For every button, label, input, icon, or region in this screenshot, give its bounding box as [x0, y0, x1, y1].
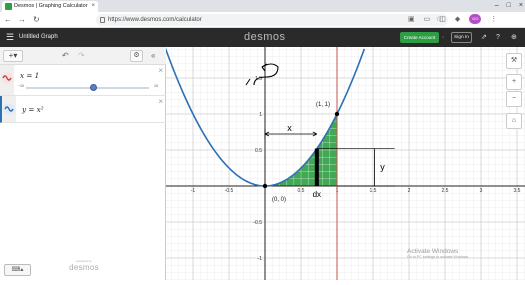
forward-icon[interactable]: →: [18, 14, 26, 26]
graph-title[interactable]: Untitled Graph: [19, 28, 58, 47]
x-tick-label: 2: [408, 188, 411, 194]
expression-toolbar: +▾ ↶ ↷ ⚙ «: [0, 47, 166, 65]
share-icon[interactable]: ⇗: [481, 32, 487, 43]
expression-list: x = 1 × −10 10 y = x² ×: [0, 65, 166, 280]
help-icon[interactable]: ?: [496, 32, 500, 43]
minimize-icon[interactable]: –: [495, 0, 499, 12]
lock-icon: [100, 17, 105, 23]
minor-grid: [166, 47, 525, 280]
y-tick-label: 1: [259, 112, 262, 118]
rotate-tick-ink: [245, 78, 251, 86]
tick-labels: -1-0.50.511.522.533.51.510.5-0.5-1: [191, 76, 521, 262]
graph-point: [262, 183, 268, 189]
powered-by-desmos: powered by desmos: [66, 259, 102, 272]
add-item-button[interactable]: +▾: [3, 50, 23, 62]
watermark-subtitle: Go to PC settings to activate Windows.: [407, 255, 470, 259]
x-tick-label: 3: [480, 188, 483, 194]
wave-color-icon[interactable]: [1, 72, 13, 84]
x-tick-label: 3.5: [514, 188, 521, 194]
axes: [166, 47, 525, 280]
browser-extensions: ▣ ▭ ◫ ◆ GO ⋮: [408, 14, 497, 26]
zoom-out-icon[interactable]: −: [506, 91, 522, 107]
address-bar[interactable]: https://www.desmos.com/calculator ☆: [96, 14, 448, 26]
collapse-list-icon[interactable]: «: [151, 50, 155, 62]
browser-toolbar: ← → ↻ https://www.desmos.com/calculator …: [0, 12, 525, 28]
graph-point: [334, 111, 340, 117]
app-header: ☰ Untitled Graph desmos Create Account ·…: [0, 28, 525, 47]
y-annotation-label: y: [380, 162, 385, 172]
create-account-button[interactable]: Create Account: [400, 32, 439, 43]
close-window-icon[interactable]: ×: [519, 0, 523, 12]
slider-max-label: 10: [154, 84, 158, 88]
browser-menu-icon[interactable]: ⋮: [490, 14, 497, 26]
dx-annotation-label: dx: [313, 190, 321, 199]
y-tick-label: -1: [258, 256, 263, 262]
settings-gear-icon[interactable]: ⚙: [130, 50, 143, 62]
dx-strip: [314, 148, 319, 186]
cast-icon[interactable]: ▭: [424, 14, 431, 26]
hamburger-menu-icon[interactable]: ☰: [6, 31, 14, 43]
slider-track[interactable]: [26, 87, 149, 89]
point-label: (1, 1): [316, 102, 330, 108]
tab-title: Desmos | Graphing Calculator: [14, 3, 88, 9]
y-tick-label: 0.5: [255, 148, 262, 154]
maximize-icon[interactable]: □: [507, 0, 511, 12]
watermark-title: Activate Windows: [407, 248, 459, 255]
zoom-in-icon[interactable]: +: [506, 74, 522, 90]
delete-expression-icon[interactable]: ×: [158, 97, 163, 106]
x-tick-label: -0.5: [225, 188, 234, 194]
activate-windows-watermark: Activate Windows Go to PC settings to ac…: [407, 248, 469, 259]
back-icon[interactable]: ←: [4, 14, 12, 26]
expression-math[interactable]: x = 1: [20, 71, 39, 80]
graph-settings-wrench-icon[interactable]: ⚒: [506, 53, 522, 69]
globe-icon[interactable]: ⊕: [511, 32, 517, 43]
more-extensions-icon[interactable]: ◫: [439, 14, 446, 26]
powered-by-brand: desmos: [69, 263, 99, 272]
expression-row-1[interactable]: x = 1 × −10 10: [0, 65, 166, 96]
major-grid: [166, 47, 525, 280]
redo-icon[interactable]: ↷: [78, 50, 85, 62]
x-tick-label: 2.5: [442, 188, 449, 194]
x-tick-label: 1.5: [370, 188, 377, 194]
profile-avatar[interactable]: GO: [469, 14, 482, 24]
slider-min-label: −10: [18, 84, 24, 88]
graph-canvas[interactable]: -1-0.50.511.522.533.51.510.5-0.5-1 xdxy …: [163, 44, 525, 280]
keyboard-icon[interactable]: ⌨▴: [4, 264, 31, 276]
wave-color-icon[interactable]: [3, 103, 15, 115]
extension-icon[interactable]: ▣: [408, 14, 415, 26]
point-label: (0, 0): [272, 197, 286, 203]
browser-tab[interactable]: Desmos | Graphing Calculator ×: [2, 1, 98, 12]
sign-in-button[interactable]: Sign In: [451, 32, 472, 43]
shield-icon[interactable]: ◆: [455, 14, 460, 26]
window-controls: – □ ×: [495, 0, 523, 12]
expression-gutter: [2, 96, 16, 122]
or-separator-icon: ·: [442, 34, 445, 41]
reload-icon[interactable]: ↻: [33, 14, 40, 26]
x-tick-label: -1: [191, 188, 196, 194]
undo-icon[interactable]: ↶: [62, 50, 69, 62]
x-annotation-label: x: [287, 123, 292, 133]
expression-math[interactable]: y = x²: [22, 105, 44, 114]
delete-expression-icon[interactable]: ×: [158, 66, 163, 75]
address-url: https://www.desmos.com/calculator: [108, 17, 202, 23]
tab-close-icon[interactable]: ×: [91, 1, 95, 12]
desmos-favicon-icon: [5, 3, 12, 10]
x-tick-label: 0.5: [298, 188, 305, 194]
graph-paper[interactable]: -1-0.50.511.522.533.51.510.5-0.5-1 xdxy …: [163, 44, 525, 280]
browser-tab-bar: Desmos | Graphing Calculator × – □ ×: [0, 0, 525, 12]
desmos-logo: desmos: [244, 31, 286, 43]
expression-row-2[interactable]: y = x² ×: [0, 96, 166, 123]
slider-thumb[interactable]: [90, 84, 98, 91]
home-icon[interactable]: ⌂: [506, 113, 522, 129]
expression-gutter: [0, 65, 14, 95]
y-tick-label: -0.5: [253, 220, 262, 226]
